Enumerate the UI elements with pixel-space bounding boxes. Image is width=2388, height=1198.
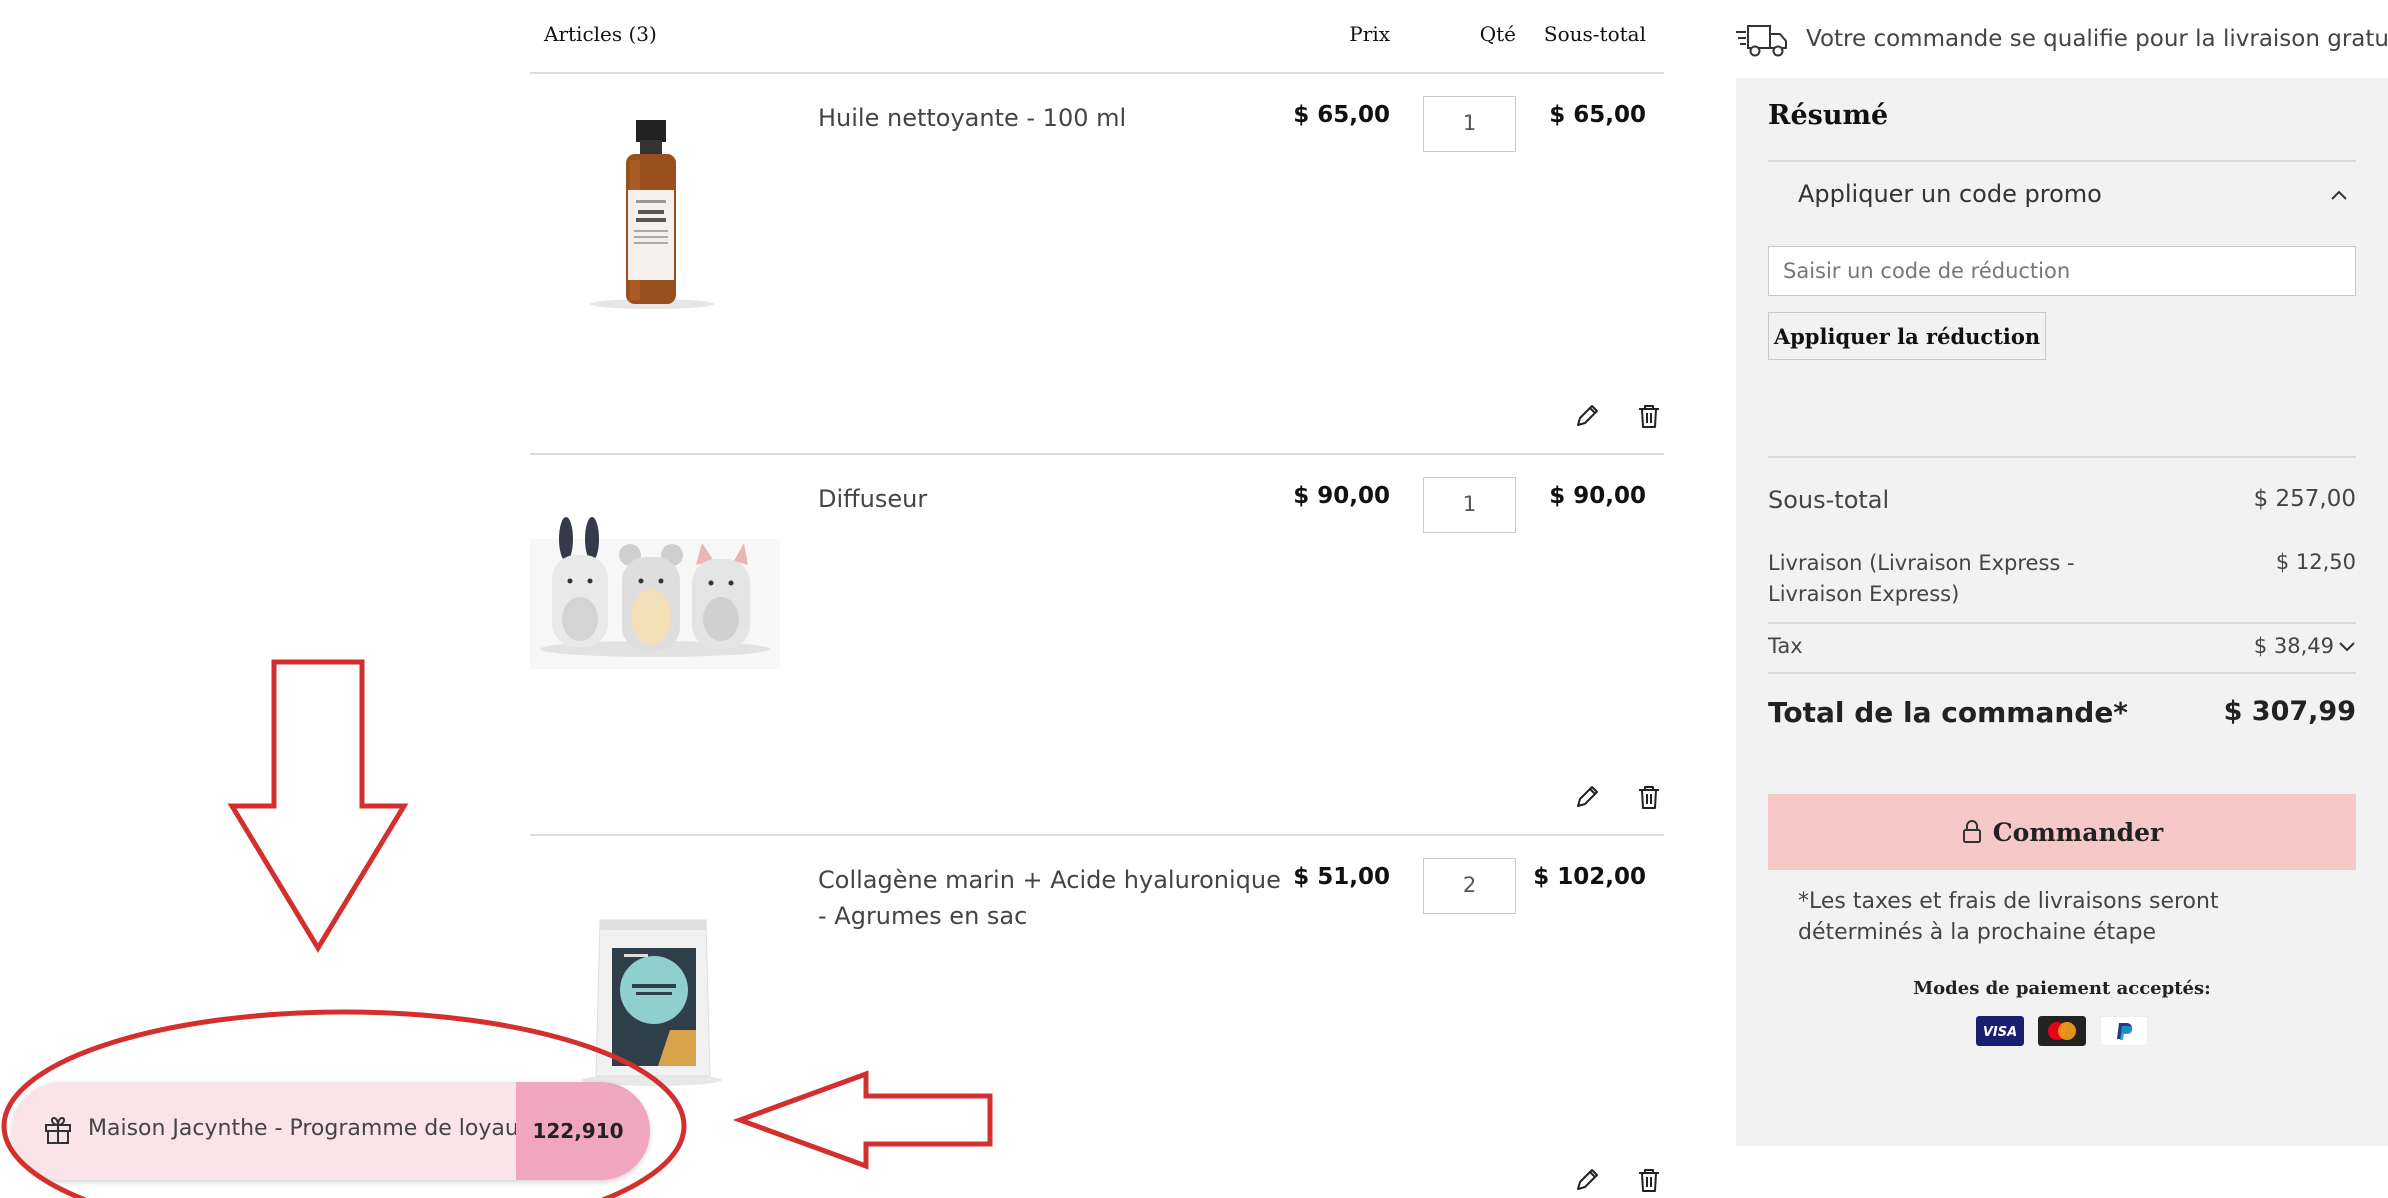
mastercard-icon [2038,1016,2086,1046]
tax-toggle[interactable]: $ 38,49 [2254,634,2356,658]
divider [1768,672,2356,674]
product-name[interactable]: Huile nettoyante - 100 ml [818,100,1288,136]
checkout-label: Commander [1992,817,2164,847]
column-price: Prix [1349,22,1390,46]
shipping-value: $ 12,50 [2275,550,2356,574]
product-name[interactable]: Collagène marin + Acide hyaluronique - A… [818,862,1288,934]
promo-toggle-label: Appliquer un code promo [1798,180,2102,208]
checkout-button[interactable]: Commander [1768,794,2356,870]
gift-icon [45,1116,71,1144]
quantity-input[interactable]: 2 [1423,858,1516,914]
quantity-input[interactable]: 1 [1423,477,1516,533]
paypal-icon [2100,1016,2148,1046]
annotation-down-arrow [227,659,409,953]
payment-methods-title: Modes de paiement acceptés: [1913,978,2211,999]
product-image-diffuser[interactable] [530,499,780,719]
subtotal-label: Sous-total [1768,486,1890,514]
loyalty-program-widget[interactable]: Maison Jacynthe - Programme de loyauté 1… [12,1082,650,1180]
product-price: $ 65,00 [1293,102,1390,128]
tax-value: $ 38,49 [2253,634,2334,658]
pencil-icon[interactable] [1572,1165,1602,1195]
promo-code-toggle[interactable]: Appliquer un code promo [1768,160,2356,230]
column-articles: Articles (3) [544,22,657,46]
column-qty: Qté [1479,22,1516,46]
truck-icon [1736,25,1787,57]
divider [1768,622,2356,624]
free-shipping-text: Votre commande se qualifie pour la livra… [1806,26,2388,52]
product-price: $ 51,00 [1293,864,1390,890]
product-image-cleansing-oil[interactable] [530,118,780,338]
product-subtotal: $ 90,00 [1549,483,1646,509]
column-subtotal: Sous-total [1543,22,1646,46]
chevron-up-icon[interactable] [2328,184,2350,206]
discount-code-input[interactable] [1768,246,2356,296]
tax-label: Tax [1768,634,1803,658]
cart-item: Collagène marin + Acide hyaluronique - A… [530,836,1664,1198]
cart-table: Articles (3) Prix Qté Sous-total Huile n… [530,0,1664,1198]
cart-item: Huile nettoyante - 100 ml $ 65,00 1 $ 65… [530,74,1664,455]
loyalty-points-badge: 122,910 pts [516,1082,650,1180]
order-total-label: Total de la commande* [1768,696,2128,729]
summary-title: Résumé [1768,100,1889,131]
shipping-label: Livraison (Livraison Express - Livraison… [1768,551,2075,606]
product-name[interactable]: Diffuseur [818,481,1288,517]
order-total-value: $ 307,99 [2223,696,2356,727]
tax-note: *Les taxes et frais de livraisons seront… [1798,889,2219,945]
divider [1768,456,2356,458]
svg-text:VISA: VISA [1983,1025,2017,1040]
trash-icon[interactable] [1634,782,1664,812]
loyalty-program-label: Maison Jacynthe - Programme de loyauté [88,1116,541,1141]
quantity-input[interactable]: 1 [1423,96,1516,152]
apply-discount-button[interactable]: Appliquer la réduction [1768,312,2046,360]
lock-icon [1962,820,1981,843]
trash-icon[interactable] [1634,1165,1664,1195]
pencil-icon[interactable] [1572,782,1602,812]
product-price: $ 90,00 [1293,483,1390,509]
product-subtotal: $ 102,00 [1533,864,1646,890]
cart-header: Articles (3) Prix Qté Sous-total [530,0,1664,74]
order-summary: Résumé Appliquer un code promo Appliquer… [1736,78,2388,1146]
free-shipping-notice: Votre commande se qualifie pour la livra… [1736,20,2388,60]
chevron-down-icon[interactable] [2338,641,2356,653]
product-subtotal: $ 65,00 [1549,102,1646,128]
subtotal-value: $ 257,00 [2253,486,2356,512]
visa-icon: VISA [1976,1016,2024,1046]
payment-methods: VISA [1736,1016,2388,1046]
pencil-icon[interactable] [1572,401,1602,431]
trash-icon[interactable] [1634,401,1664,431]
cart-item: Diffuseur $ 90,00 1 $ 90,00 [530,455,1664,836]
product-image-collagen-pouch[interactable] [530,880,780,1100]
